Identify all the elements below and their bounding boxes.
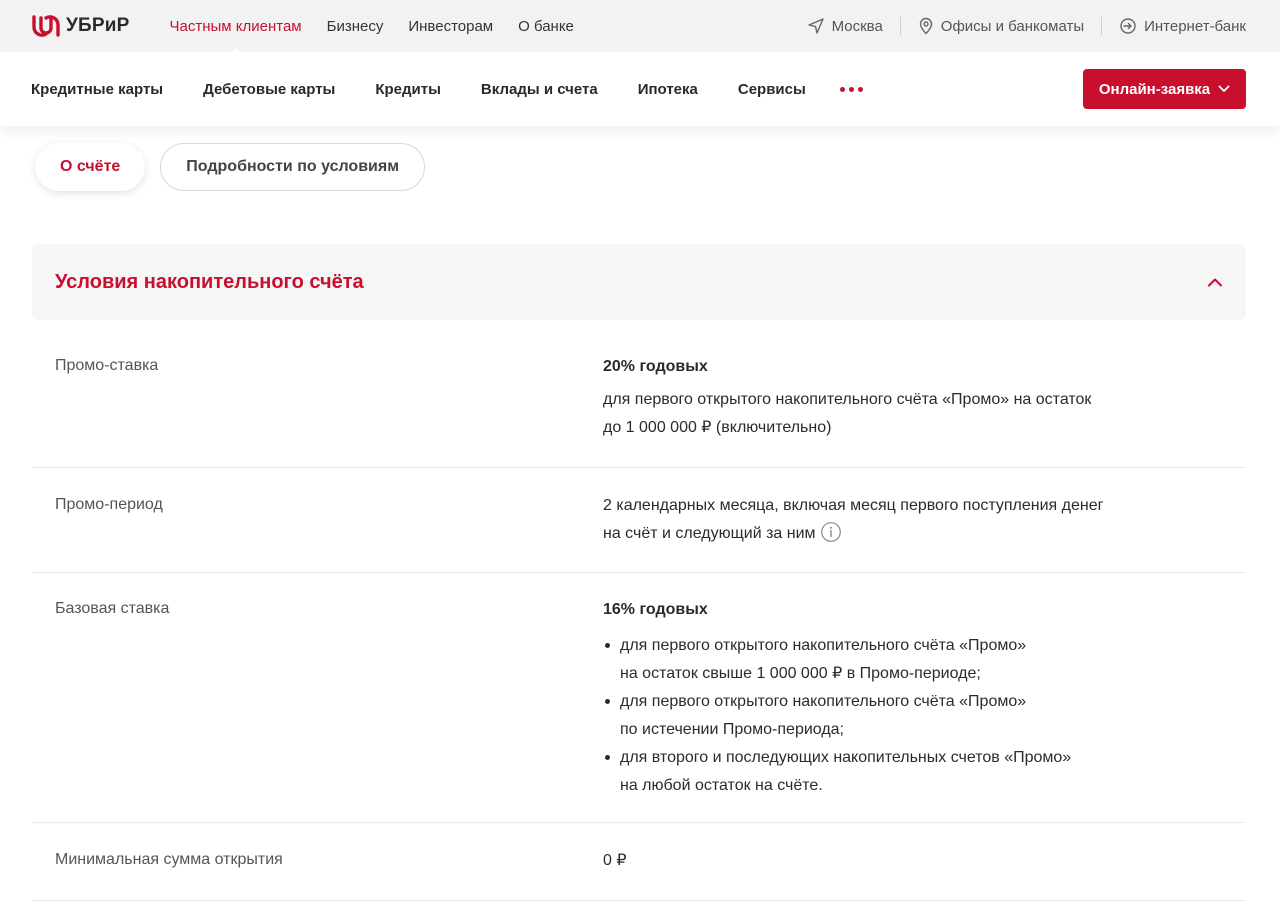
nav-services[interactable]: Сервисы [738, 81, 806, 98]
location-arrow-icon [807, 18, 824, 34]
condition-row-promo-rate: Промо-ставка 20% годовых для первого отк… [32, 320, 1246, 468]
condition-row-base-rate: Базовая ставка 16% годовых для первого о… [32, 573, 1246, 823]
divider [1101, 17, 1103, 35]
main-nav: Кредитные карты Дебетовые карты Кредиты … [0, 52, 1280, 126]
condition-label: Минимальная сумма открытия [55, 851, 283, 868]
condition-value: 2 календарных месяца, включая месяц перв… [603, 492, 1246, 572]
info-icon[interactable] [820, 521, 842, 543]
offices-link[interactable]: Офисы и банкоматы [918, 17, 1084, 35]
condition-value: 0 ₽ [603, 847, 1246, 900]
three-dots-icon[interactable] [839, 86, 863, 92]
login-icon [1120, 18, 1136, 34]
chevron-down-icon [1218, 85, 1230, 92]
map-pin-icon [919, 17, 932, 35]
nav-credit-cards[interactable]: Кредитные карты [31, 81, 163, 98]
bullet-line2: на остаток свыше 1 000 000 ₽ в Промо-пер… [620, 665, 981, 682]
segment-business[interactable]: Бизнесу [327, 18, 384, 35]
base-rate-list: для первого открытого накопительного счё… [603, 632, 1246, 800]
min-amount-value: 0 ₽ [603, 852, 627, 869]
promo-period-line2: на счёт и следующий за ним [603, 525, 816, 542]
condition-label: Промо-период [55, 496, 163, 513]
logo-text: УБРиР [66, 15, 130, 36]
tab-about-account[interactable]: О счёте [35, 143, 146, 191]
nav-debit-cards[interactable]: Дебетовые карты [203, 81, 335, 98]
accordion-header[interactable]: Условия накопительного счёта [32, 244, 1246, 320]
nav-loans[interactable]: Кредиты [375, 81, 441, 98]
segment-nav: Частным клиентам Бизнесу Инвесторам О ба… [170, 18, 574, 35]
promo-period-line2-wrap: на счёт и следующий за ним [603, 520, 1246, 548]
city-label: Москва [831, 17, 883, 35]
condition-label: Базовая ставка [55, 600, 170, 617]
divider [899, 17, 901, 35]
top-bar: УБРиР Частным клиентам Бизнесу Инвестора… [0, 0, 1280, 52]
logo-icon [32, 15, 60, 37]
segment-about-bank[interactable]: О банке [518, 18, 574, 35]
nav-mortgage[interactable]: Ипотека [638, 81, 698, 98]
list-item: для первого открытого накопительного счё… [603, 632, 1246, 688]
accordion-title: Условия накопительного счёта [55, 270, 364, 293]
segment-private-clients[interactable]: Частным клиентам [170, 18, 302, 35]
online-application-button[interactable]: Онлайн-заявка [1083, 69, 1246, 109]
bullet-line1: для второго и последующих накопительных … [620, 749, 1072, 766]
list-item: для первого открытого накопительного счё… [603, 688, 1246, 744]
condition-row-promo-period: Промо-период 2 календарных месяца, включ… [32, 468, 1246, 573]
list-item: для второго и последующих накопительных … [603, 744, 1246, 800]
offices-label: Офисы и банкоматы [940, 17, 1085, 35]
promo-rate-desc-line1: для первого открытого накопительного счё… [603, 391, 1092, 408]
internet-bank-label: Интернет-банк [1144, 17, 1246, 35]
logo[interactable]: УБРиР [31, 14, 130, 38]
condition-row-min-amount: Минимальная сумма открытия 0 ₽ [32, 823, 1246, 901]
segment-investors[interactable]: Инвесторам [408, 18, 493, 35]
bullet-line2: по истечении Промо-периода; [620, 721, 844, 738]
condition-value: 20% годовых для первого открытого накопи… [603, 353, 1246, 467]
product-links: Кредитные карты Дебетовые карты Кредиты … [31, 81, 863, 98]
promo-rate-headline: 20% годовых [603, 358, 708, 375]
city-selector[interactable]: Москва [807, 17, 883, 35]
tab-condition-details[interactable]: Подробности по условиям [160, 143, 426, 191]
bullet-line2: на любой остаток на счёте. [620, 777, 823, 794]
internet-bank-link[interactable]: Интернет-банк [1119, 17, 1246, 35]
bullet-line1: для первого открытого накопительного счё… [620, 693, 1027, 710]
nav-deposits-accounts[interactable]: Вклады и счета [481, 81, 598, 98]
online-application-label: Онлайн-заявка [1098, 80, 1211, 98]
chevron-up-icon[interactable] [1207, 277, 1223, 287]
section-tabs: О счёте Подробности по условиям [0, 126, 1280, 244]
promo-rate-desc-line2: до 1 000 000 ₽ (включительно) [603, 419, 832, 436]
bullet-line1: для первого открытого накопительного счё… [620, 637, 1027, 654]
base-rate-headline: 16% годовых [603, 601, 708, 618]
condition-value: 16% годовых для первого открытого накопи… [603, 596, 1246, 822]
top-utilities: Москва Офисы и банкоматы Интернет-банк [807, 17, 1246, 35]
promo-period-line1: 2 календарных месяца, включая месяц перв… [603, 497, 1104, 514]
condition-label: Промо-ставка [55, 357, 159, 374]
savings-account-conditions: Условия накопительного счёта Промо-ставк… [32, 244, 1246, 901]
